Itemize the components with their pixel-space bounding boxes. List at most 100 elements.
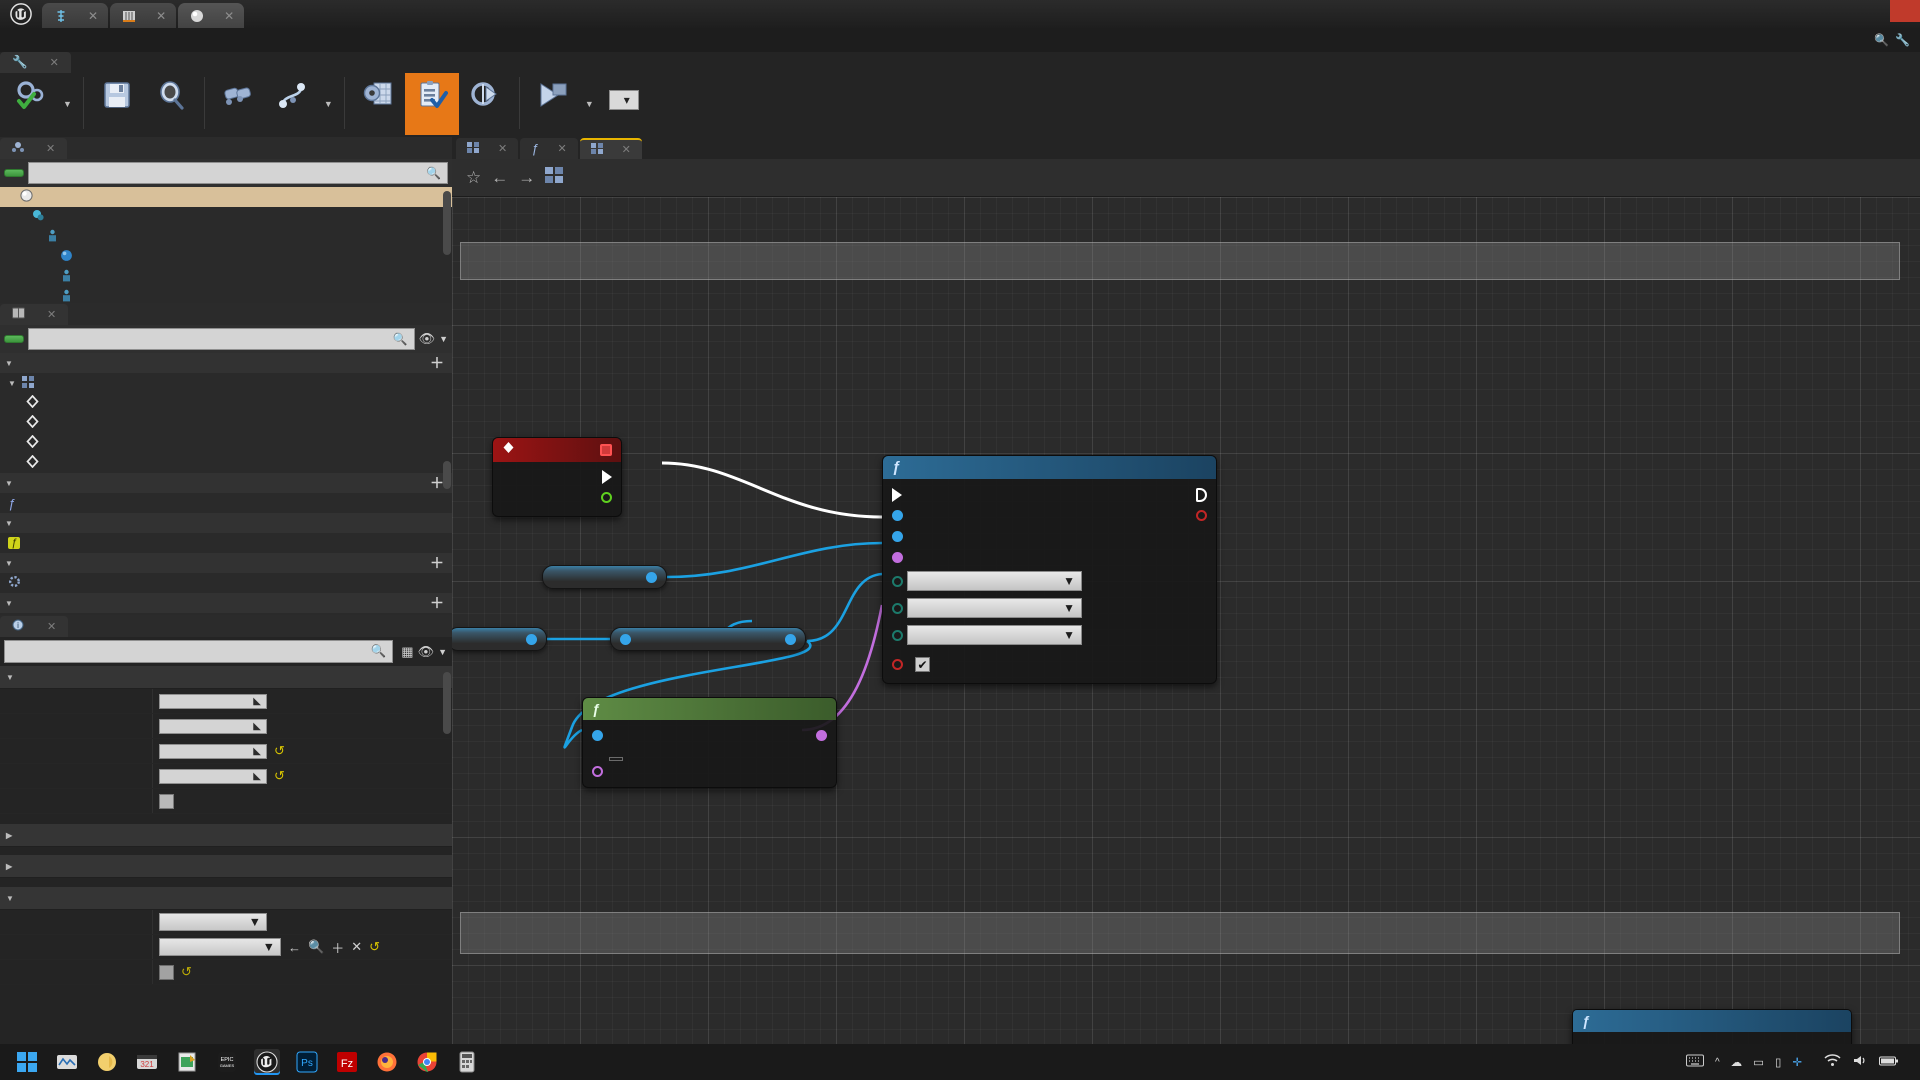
pin-weld-row[interactable]: ✔: [883, 654, 1216, 675]
clear-asset-icon[interactable]: ✕: [351, 939, 362, 955]
close-icon[interactable]: ✕: [622, 143, 631, 156]
unreal-engine-icon[interactable]: [254, 1049, 280, 1075]
spinner-icon[interactable]: ◣: [253, 771, 261, 782]
find-button[interactable]: [211, 73, 265, 135]
output-pin[interactable]: [526, 633, 537, 645]
pin-target-row[interactable]: [883, 505, 1216, 526]
node-get-socket-bone-name[interactable]: ƒ: [582, 697, 837, 788]
compile-dropdown-caret[interactable]: ▼: [58, 99, 77, 109]
display-icon[interactable]: ▭: [1753, 1055, 1764, 1069]
chevron-down-icon[interactable]: ▼: [5, 519, 13, 528]
save-button[interactable]: [90, 73, 144, 135]
components-tree[interactable]: [0, 187, 452, 303]
myblueprint-section-functions[interactable]: ▼ ＋: [0, 473, 452, 493]
close-button[interactable]: [1890, 0, 1920, 22]
components-scrollbar[interactable]: [443, 191, 451, 255]
blueprint-canvas[interactable]: ƒ ƒ ▼ ▼ ▼ ✔ ƒ: [452, 197, 1920, 1044]
onedrive-icon[interactable]: ☁: [1731, 1055, 1743, 1069]
close-icon[interactable]: ✕: [156, 9, 166, 23]
chevron-down-icon[interactable]: ▼: [438, 647, 447, 657]
projectile-spawn-checkbox[interactable]: [159, 964, 174, 980]
grid-view-icon[interactable]: ▦: [401, 644, 413, 660]
component-row-projectilespawn[interactable]: [0, 247, 452, 267]
chevron-down-icon[interactable]: ▼: [439, 334, 448, 344]
add-function-button[interactable]: ＋: [430, 473, 444, 493]
components-search-input[interactable]: 🔍: [28, 162, 448, 184]
menu-item-file[interactable]: [6, 37, 30, 43]
class-defaults-button[interactable]: [404, 73, 459, 135]
delta-seconds-pin[interactable]: [601, 492, 612, 503]
chevron-up-icon[interactable]: ^: [1715, 1057, 1720, 1068]
weld-simulated-bodies-pin[interactable]: [892, 659, 903, 670]
menu-item-help[interactable]: [150, 37, 174, 43]
myblueprint-item-event-reload[interactable]: [0, 433, 452, 453]
details-category-do-not-touch[interactable]: ▶: [0, 855, 452, 878]
chevron-down-icon[interactable]: ▼: [5, 559, 13, 568]
browse-asset-icon[interactable]: 🔍: [308, 939, 324, 955]
menu-item-view[interactable]: [78, 37, 102, 43]
myblueprint-section-interfaces[interactable]: ▼: [0, 513, 452, 533]
component-row-self[interactable]: [0, 187, 452, 207]
node-player-cast[interactable]: [452, 627, 547, 651]
wrench-icon[interactable]: 🔧: [1895, 33, 1910, 47]
components-panel-tab[interactable]: ✕: [0, 138, 68, 159]
use-selected-asset-icon[interactable]: ←: [288, 940, 301, 955]
myblueprint-scrollbar[interactable]: [443, 461, 451, 489]
details-property-list[interactable]: ▼ ◣ ◣ ◣ ↺ ◣ ↺ ▶ ▶ ▼ ▼ ▼ ← 🔍 ＋ ✕ ↺ ↺: [0, 666, 452, 1031]
star-icon[interactable]: ☆: [466, 168, 481, 188]
arrow-left-icon[interactable]: ←: [491, 168, 508, 188]
scale-rule-pin[interactable]: [892, 629, 903, 641]
details-scrollbar[interactable]: [443, 672, 451, 734]
window-tab-0[interactable]: ✕: [42, 3, 109, 28]
add-macro-button[interactable]: ＋: [430, 553, 444, 573]
component-row-weaponmeshfpp[interactable]: [0, 227, 452, 247]
component-row-defaultsceneroot[interactable]: [0, 207, 452, 227]
target-pin[interactable]: [620, 633, 631, 645]
details-category-actor-tick[interactable]: ▶: [0, 824, 452, 847]
ammo-max-input[interactable]: ◣: [159, 718, 267, 734]
location-rule-select[interactable]: ▼: [907, 571, 1082, 591]
in-socket-name-pin[interactable]: [592, 766, 603, 777]
exec-out-pin[interactable]: [1196, 487, 1207, 502]
infinite-ammo-checkbox[interactable]: [159, 793, 174, 809]
comment-box-fire-sequence[interactable]: [460, 912, 1900, 954]
hide-unrelated-button[interactable]: [265, 73, 319, 135]
ammo-current-input[interactable]: ◣: [159, 693, 267, 709]
windows-start-icon[interactable]: [14, 1049, 40, 1075]
details-category-projectile[interactable]: ▼: [0, 887, 452, 910]
epic-games-icon[interactable]: EPIC GAMES: [214, 1049, 240, 1075]
chevron-down-icon[interactable]: ▼: [5, 599, 13, 608]
battery-tray-icon[interactable]: ▯: [1775, 1055, 1781, 1069]
pin-socket-name-row[interactable]: [883, 547, 1216, 568]
socket-name-pin[interactable]: [892, 552, 903, 563]
output-pin[interactable]: [785, 633, 796, 645]
ammo-in-reserve-max-input[interactable]: ◣: [159, 768, 267, 784]
myblueprint-panel-tab[interactable]: ✕: [0, 304, 69, 325]
close-icon[interactable]: ✕: [46, 142, 55, 155]
chevron-down-icon[interactable]: ▼: [5, 479, 13, 488]
bluetooth-icon[interactable]: ✛: [1792, 1055, 1802, 1069]
chrome-icon[interactable]: [414, 1049, 440, 1075]
filezilla-icon[interactable]: Fz: [334, 1049, 360, 1075]
sticky-notes-icon[interactable]: [94, 1049, 120, 1075]
close-icon[interactable]: ✕: [557, 142, 566, 155]
window-tab-1[interactable]: ✕: [110, 3, 177, 28]
myblueprint-item-event-weapon-fire[interactable]: [0, 393, 452, 413]
close-icon[interactable]: ✕: [47, 308, 56, 321]
parent-pin[interactable]: [892, 531, 903, 542]
pin-exec-row[interactable]: [883, 484, 1216, 505]
pin-parent-row[interactable]: [883, 526, 1216, 547]
myblueprint-search-input[interactable]: 🔍: [28, 328, 415, 350]
comment-box-attach[interactable]: [460, 242, 1900, 280]
class-settings-button[interactable]: [351, 73, 405, 135]
add-variable-button[interactable]: ＋: [430, 593, 444, 613]
battery-icon[interactable]: [1879, 1055, 1899, 1070]
exec-in-pin[interactable]: [892, 487, 902, 502]
close-icon[interactable]: ✕: [47, 620, 56, 633]
scale-rule-select[interactable]: ▼: [907, 625, 1082, 645]
firefox-icon[interactable]: [374, 1049, 400, 1075]
play-button[interactable]: [526, 73, 580, 135]
details-panel-tab[interactable]: i ✕: [0, 616, 69, 637]
new-asset-icon[interactable]: ＋: [331, 938, 344, 957]
spinner-icon[interactable]: ◣: [253, 746, 261, 757]
